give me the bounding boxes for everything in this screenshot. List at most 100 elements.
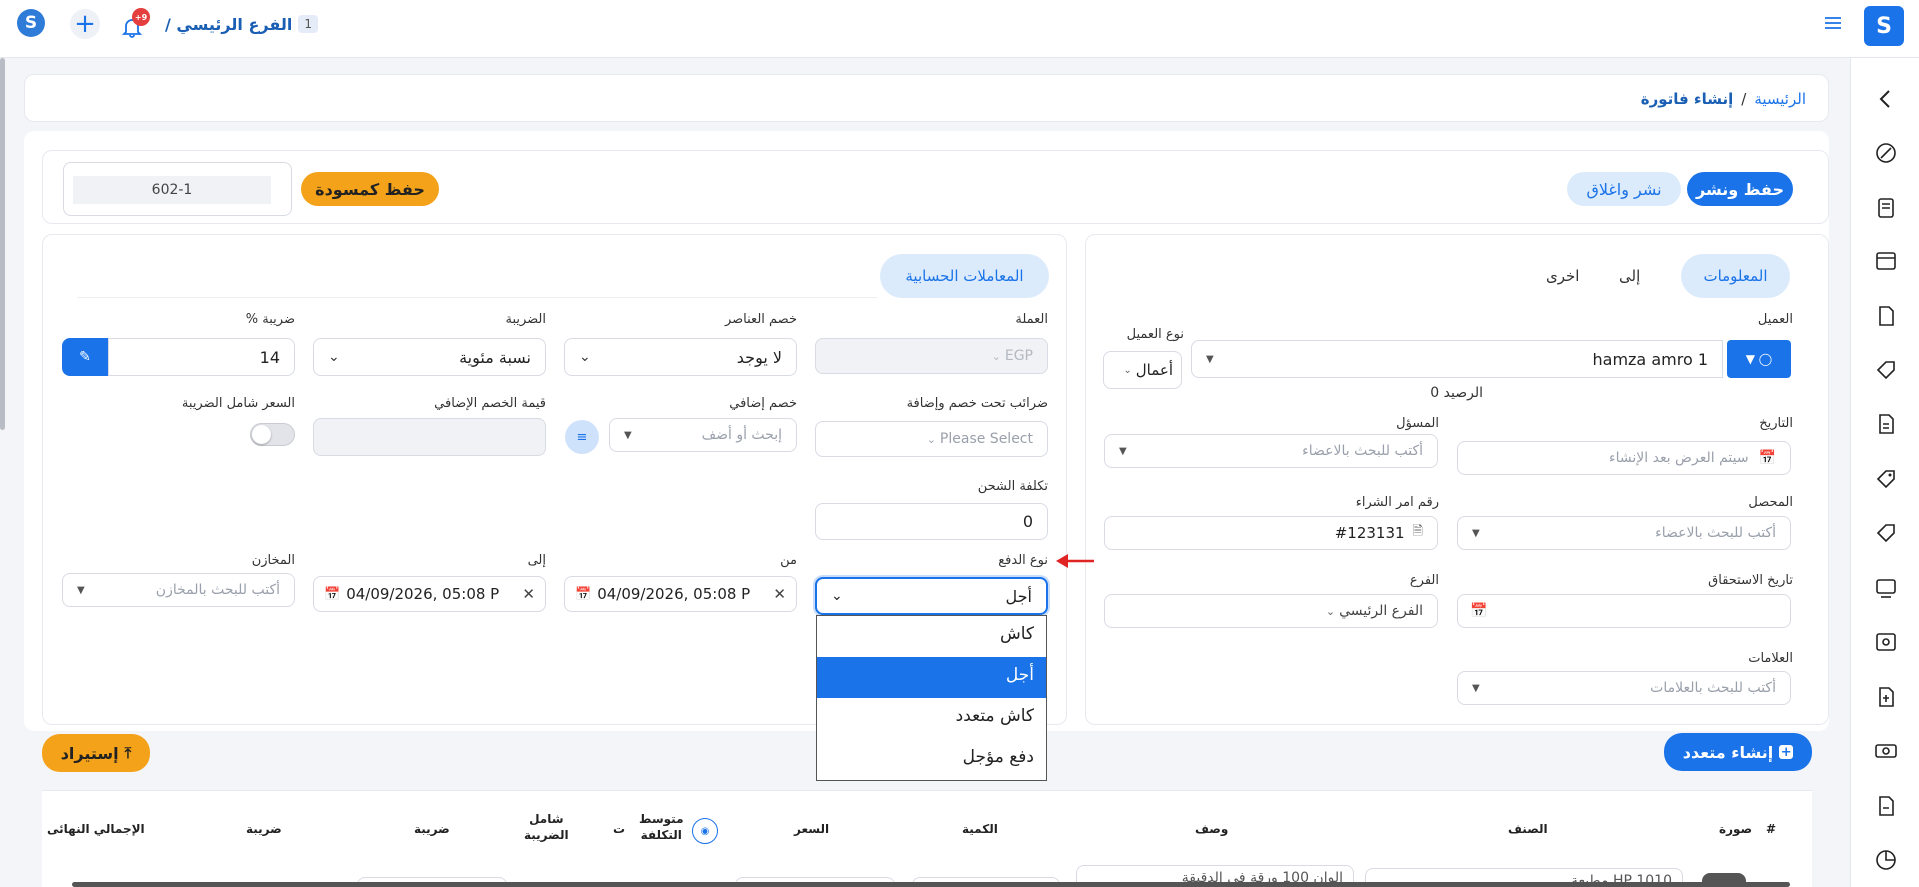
payment-type-value: أجل [1005,586,1032,606]
tax-select[interactable]: نسبة مئوية ⌄ [313,338,546,376]
col-t: ت [613,822,626,836]
document-icon[interactable] [1873,303,1899,329]
tab-accounting[interactable]: المعاملات الحسابية [880,254,1049,298]
col-total: الإجمالي النهائى [47,822,145,836]
breadcrumb-current: إنشاء فاتورة [1640,90,1734,108]
price-incl-tax-toggle[interactable] [250,423,295,446]
taxes-under-label: ضرائب تحت خصم وإضافة [906,396,1048,411]
chevron-down-icon: ⌄ [579,349,591,365]
tag-icon[interactable] [1873,357,1899,383]
invoice-number-field[interactable]: 602-1 [73,176,271,204]
chevron-down-icon: ⌄ [991,349,1001,363]
actions-bar: حفظ ونشر نشر واغلاق حفظ كمسودة 602-1 [42,150,1829,224]
payment-icon[interactable] [1873,793,1899,819]
discount-icon[interactable] [1873,520,1899,546]
calendar-icon: 📅 [575,586,592,602]
po-field[interactable]: 🗎 #123131 [1104,516,1438,550]
plus-icon: + [74,9,96,39]
document-icon: 🗎 [1412,524,1423,539]
warehouses-select[interactable]: أكتب للبحث بالمخازن ▼ [62,573,295,607]
settings-icon[interactable] [1873,629,1899,655]
invoice-icon[interactable] [1873,195,1899,221]
col-incl-tax-line2: الضريبة [524,828,569,842]
user-icon: ▼ ◯ [1745,352,1773,366]
payment-option-cash[interactable]: كاش [817,616,1046,657]
breadcrumb-card: الرئيسية / إنشاء فاتورة [24,74,1829,122]
dashboard-icon[interactable] [1873,140,1899,166]
tax-percent-field[interactable]: 14 [108,338,295,376]
extra-discount-value-field[interactable] [313,418,546,456]
customer-type-select[interactable]: أعمال ⌄ [1103,351,1182,389]
save-publish-button[interactable]: حفظ ونشر [1687,172,1793,206]
extra-discount-select[interactable]: إبحث أو أضف ▼ [609,418,797,452]
customer-value: hamza amro 1 [1592,349,1709,369]
shipping-field[interactable]: 0 [815,503,1048,540]
collector-placeholder: أكتب للبحث بالاعضاء [1655,525,1776,541]
top-bar: S + +9 1 الفرع الرئيسي / S [0,0,1919,58]
report-icon[interactable] [1873,411,1899,437]
discount-items-value: لا يوجد [736,347,782,367]
notification-badge: +9 [132,8,150,26]
price-incl-tax-label: السعر شامل الضريبة [181,396,295,411]
chevron-down-icon: ⌄ [1325,604,1336,618]
brand-logo[interactable]: S [1864,6,1904,46]
customer-search-button[interactable]: ▼ ◯ [1727,340,1791,378]
col-image: صورة [1719,822,1753,836]
upload-icon: ⤒ [124,744,132,762]
calendar-icon: 📅 [1470,603,1488,619]
currency-select[interactable]: EGP ⌄ [815,338,1048,374]
customer-select[interactable]: hamza amro 1 ▼ [1191,340,1723,378]
date-field[interactable]: 📅 سيتم العرض بعد الإنشاء [1457,441,1791,475]
tags-select[interactable]: أكتب للبحث بالعلامات ▼ [1457,671,1791,705]
register-icon[interactable] [1873,248,1899,274]
payment-type-select[interactable]: أجل ⌄ [815,577,1048,615]
add-button[interactable]: + [70,9,100,39]
notifications-button[interactable]: +9 [120,8,150,40]
save-draft-button[interactable]: حفظ كمسودة [301,172,439,206]
col-tax-1: ضريبة [414,822,450,836]
red-arrow-icon [1056,554,1094,568]
pricetag-icon[interactable] [1873,466,1899,492]
collapse-chevron-icon[interactable] [1873,86,1899,112]
payment-option-multi-cash[interactable]: كاش متعدد [817,698,1046,739]
from-date-field[interactable]: 📅 04/09/2026, 05:08 P ✕ [564,576,797,612]
due-date-field[interactable]: 📅 [1457,594,1791,628]
clear-icon[interactable]: ✕ [522,585,535,603]
scrollbar[interactable] [0,58,5,430]
analytics-icon[interactable] [1873,847,1899,873]
collector-select[interactable]: أكتب للبحث بالاعضاء ▼ [1457,516,1791,550]
cash-icon[interactable] [1873,738,1899,764]
tax-edit-button[interactable]: ✎ [62,338,108,376]
customer-type-label: نوع العميل [1126,327,1184,342]
eye-icon[interactable]: ◉ [692,818,718,844]
tab-to[interactable]: إلى [1619,267,1640,285]
branch-select[interactable]: الفرع الرئيسي ⌄ [1104,594,1438,628]
col-desc: وصف [1195,822,1229,836]
payment-option-postponed[interactable]: دفع مؤجل [817,739,1046,780]
create-multiple-button[interactable]: + إنشاء متعدد [1664,733,1812,771]
taxes-under-select[interactable]: Please Select ⌄ [815,421,1048,457]
bottom-scrollbar[interactable] [72,882,1790,887]
warehouses-placeholder: أكتب للبحث بالمخازن [155,582,280,598]
publish-close-button[interactable]: نشر واغلاق [1567,172,1681,206]
to-date-field[interactable]: 📅 04/09/2026, 05:08 P ✕ [313,576,546,612]
clear-icon[interactable]: ✕ [773,585,786,603]
taxes-under-placeholder: Please Select [939,431,1033,447]
extra-discount-type-button[interactable]: ≡ [565,420,599,454]
add-document-icon[interactable] [1873,684,1899,710]
breadcrumb-home[interactable]: الرئيسية [1754,90,1806,108]
discount-items-select[interactable]: لا يوجد ⌄ [564,338,797,376]
sidebar [1850,58,1919,887]
responsible-select[interactable]: أكتب للبحث بالاعضاء ▼ [1104,434,1438,468]
app-logo[interactable]: S [17,9,45,37]
menu-toggle[interactable] [1823,13,1843,33]
tab-other[interactable]: اخرى [1546,267,1579,285]
import-button[interactable]: ⤒ إستيراد [42,734,150,772]
responsible-label: المسؤل [1396,416,1439,431]
branch-label: الفرع [1409,573,1439,588]
from-date-value: 04/09/2026, 05:08 P [597,585,751,603]
branch-selector[interactable]: 1 الفرع الرئيسي / [165,12,318,36]
tab-info[interactable]: المعلومات [1681,254,1790,298]
pos-icon[interactable] [1873,575,1899,601]
payment-option-deferred[interactable]: أجل [817,657,1046,698]
